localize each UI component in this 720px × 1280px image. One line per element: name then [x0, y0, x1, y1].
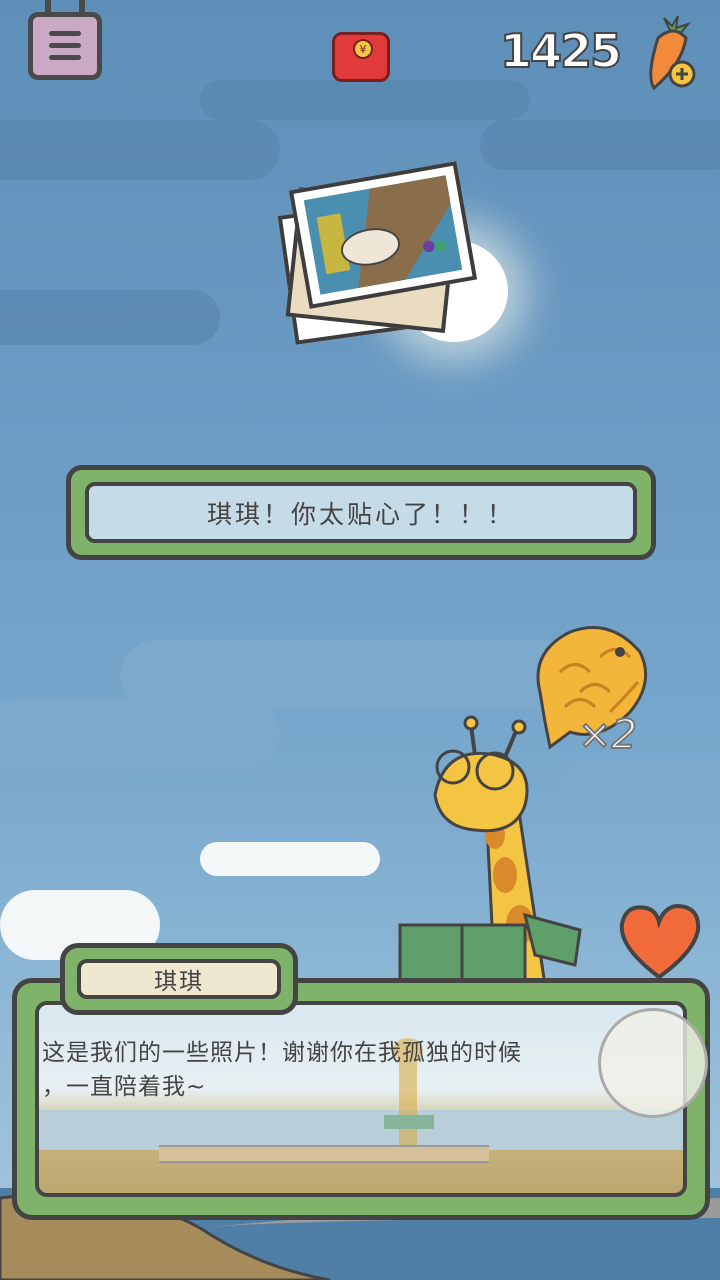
cloud: [480, 120, 720, 170]
yuan-coin-icon: ¥: [353, 39, 373, 59]
cloud: [0, 120, 280, 180]
menu-icon: [49, 43, 81, 48]
menu-hook: [45, 0, 51, 17]
menu-icon: [49, 31, 81, 36]
cloud: [200, 80, 530, 120]
menu-button[interactable]: [28, 0, 102, 80]
dialog-bg-sea: [39, 1110, 683, 1150]
carrot-plus-icon[interactable]: [640, 16, 700, 92]
white-cloud: [200, 842, 380, 876]
dialog-bg-pier: [159, 1145, 489, 1163]
banner-panel: 琪琪！你太贴心了！！！: [85, 482, 637, 543]
menu-hook: [79, 0, 85, 17]
red-packet-icon[interactable]: ¥: [332, 32, 390, 82]
menu-icon: [49, 55, 81, 60]
game-scene: ¥ 1425 琪琪！你太贴心了！！！ ×2 这是我们的一些照片！谢谢你在我孤独的…: [0, 0, 720, 1280]
cloud: [0, 290, 220, 345]
banner-text: 琪琪！你太贴心了！！！: [206, 499, 515, 529]
giraffe-character: [398, 715, 582, 987]
dialog-text: 这是我们的一些照片！谢谢你在我孤独的时候 ，一直陪着我~: [42, 1036, 662, 1104]
cloud: [0, 700, 280, 770]
speaker-name: 琪琪: [77, 959, 281, 999]
dialog-line: ，一直陪着我~: [42, 1074, 207, 1100]
photo-stack-icon: [277, 161, 478, 350]
carrot-count: 1425: [499, 23, 623, 79]
photo-image: [303, 175, 463, 295]
heart-icon[interactable]: [614, 902, 704, 982]
dialog-line: 这是我们的一些照片！谢谢你在我孤独的时候: [42, 1040, 522, 1066]
speaker-name-tab: 琪琪: [60, 943, 298, 1015]
message-banner: 琪琪！你太贴心了！！！: [66, 465, 656, 560]
